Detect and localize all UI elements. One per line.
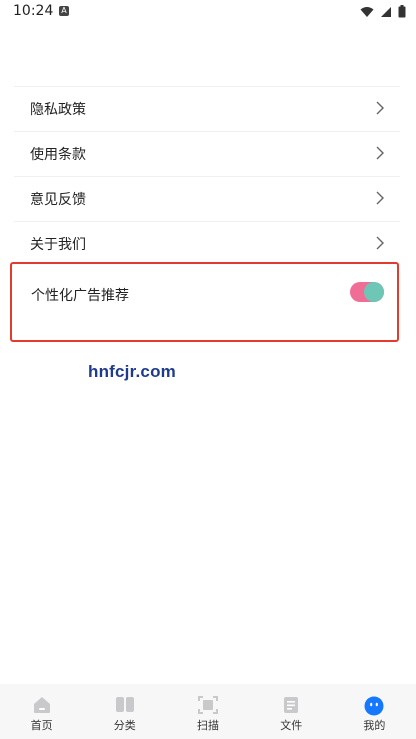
menu-item-label: 关于我们 [30,237,86,253]
cell-signal-icon [381,6,391,17]
nav-item-files[interactable]: 文件 [250,684,333,739]
menu-item-label: 意见反馈 [30,192,86,208]
nav-label: 我的 [363,719,386,732]
book-icon [115,697,134,712]
menu-item-label: 隐私政策 [30,102,86,118]
status-time: 10:24 [13,3,54,19]
chevron-right-icon [376,236,384,250]
personalized-ads-toggle[interactable] [350,282,384,302]
nav-item-home[interactable]: 首页 [0,684,83,739]
personalized-ads-setting: 个性化广告推荐 [10,262,399,342]
watermark-text: hnfcjr.com [88,362,176,381]
settings-menu-list: 隐私政策 使用条款 意见反馈 关于我们 [14,86,400,266]
wifi-icon [360,6,374,17]
status-indicators [360,5,406,18]
bottom-nav: 首页 分类 扫描 文件 我的 [0,684,416,739]
toggle-knob [364,282,384,302]
status-bar: 10:24 A [0,0,416,24]
profile-icon [364,696,384,716]
chevron-right-icon [376,101,384,115]
menu-item-privacy-policy[interactable]: 隐私政策 [14,86,400,131]
notification-a-icon: A [59,6,69,16]
nav-label: 分类 [113,719,136,732]
nav-label: 扫描 [197,719,219,732]
menu-item-about-us[interactable]: 关于我们 [14,221,400,266]
menu-item-terms-of-use[interactable]: 使用条款 [14,131,400,176]
chevron-right-icon [376,146,384,160]
nav-item-mine[interactable]: 我的 [333,684,416,739]
menu-item-label: 使用条款 [30,147,86,163]
menu-item-feedback[interactable]: 意见反馈 [14,176,400,221]
document-icon [284,697,299,713]
nav-item-category[interactable]: 分类 [83,684,166,739]
personalized-ads-label: 个性化广告推荐 [31,288,129,304]
scan-icon [198,696,218,714]
nav-item-scan[interactable]: 扫描 [166,684,249,739]
home-icon [33,697,50,713]
nav-label: 文件 [280,719,303,732]
battery-icon [398,5,406,18]
nav-label: 首页 [30,719,53,732]
chevron-right-icon [376,191,384,205]
